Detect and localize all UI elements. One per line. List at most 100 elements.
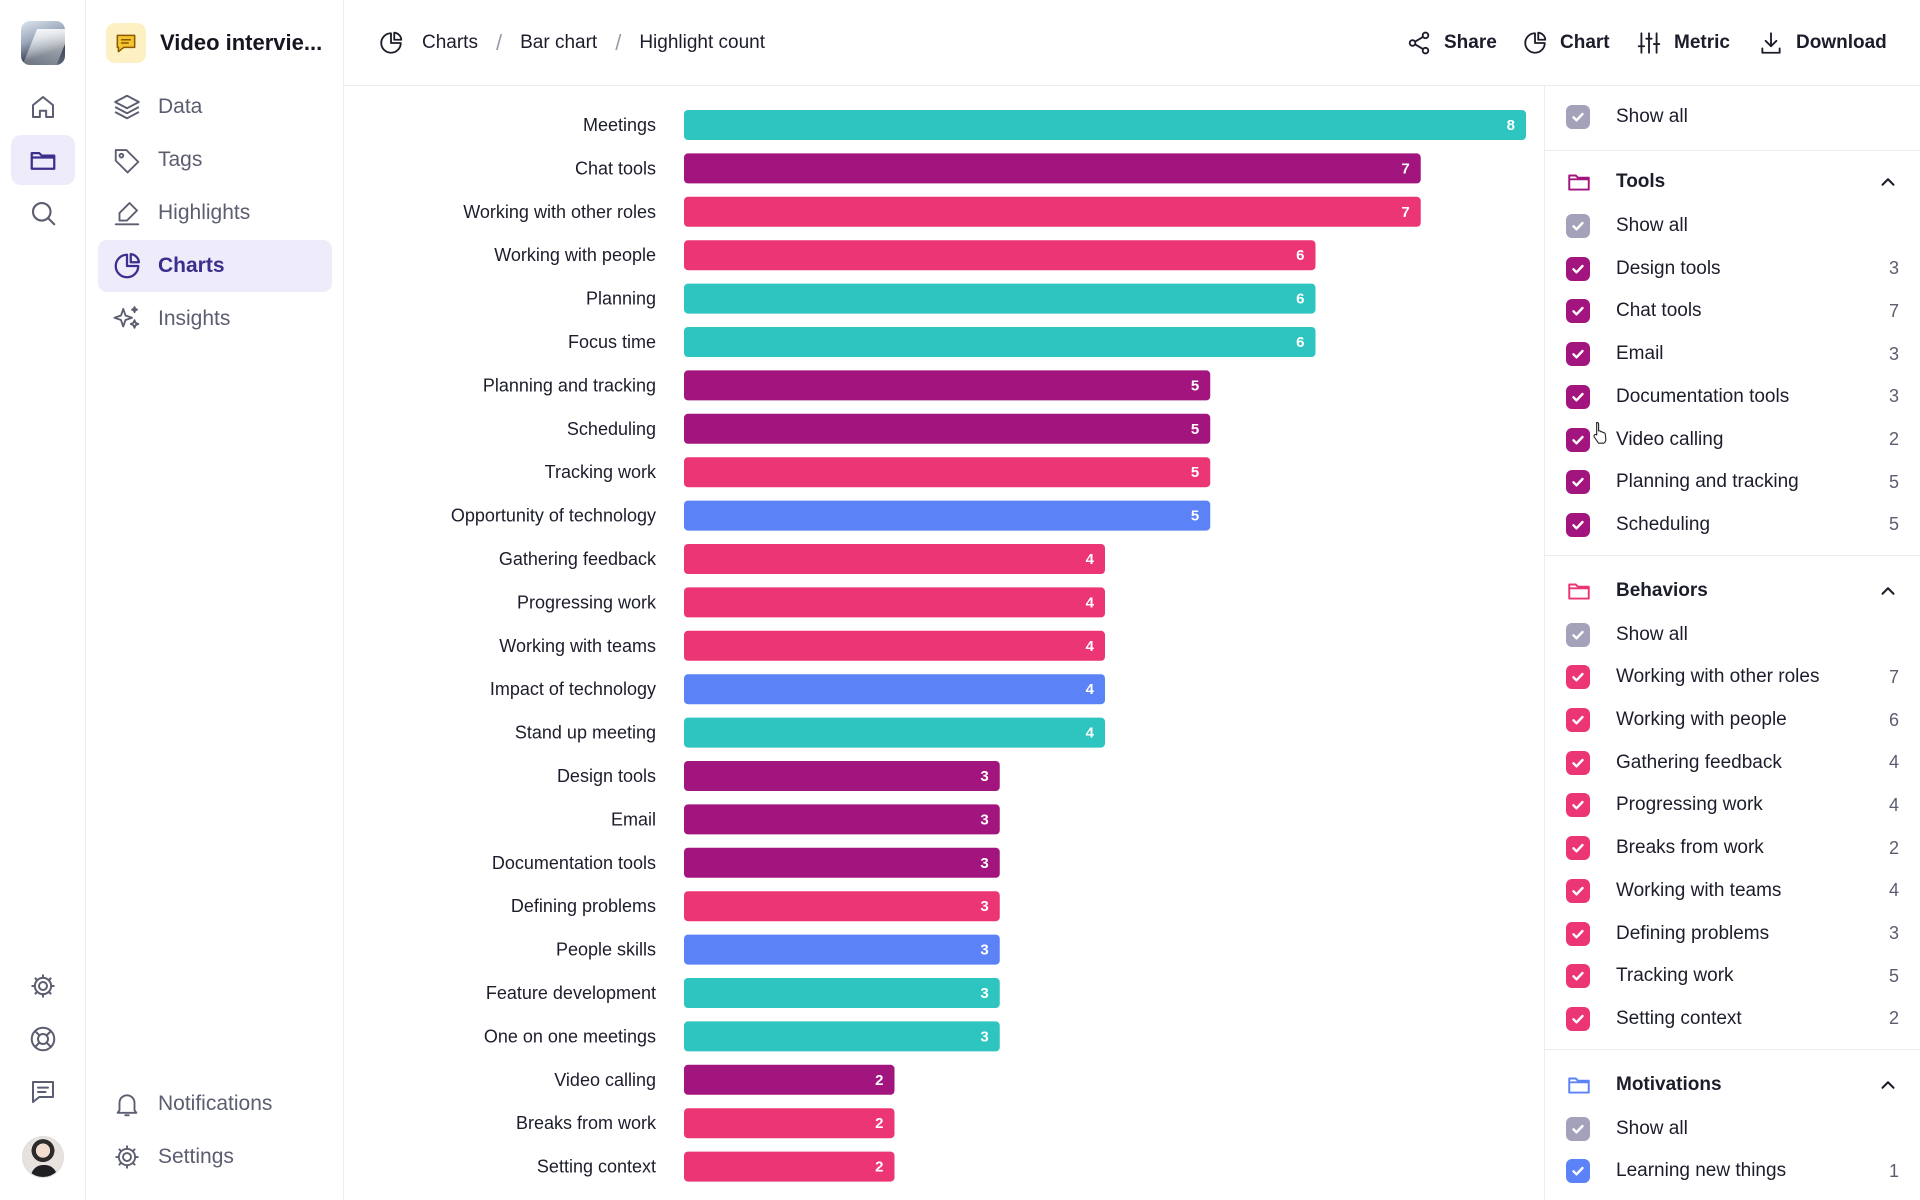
nav-item-data[interactable]: Data — [98, 81, 332, 133]
bar[interactable] — [684, 674, 1105, 705]
filter-item[interactable]: Chat tools 7 — [1545, 290, 1920, 332]
bar[interactable] — [684, 978, 1000, 1008]
filter-item[interactable]: Working with other roles 7 — [1545, 656, 1920, 698]
filter-count: 5 — [1888, 471, 1899, 492]
filter-group-show-all[interactable]: Show all — [1545, 205, 1920, 247]
filter-item[interactable]: Defining problems 3 — [1545, 913, 1920, 955]
filter-show-all[interactable]: Show all — [1545, 96, 1920, 138]
bar[interactable] — [684, 891, 1000, 922]
rail-feedback-button[interactable] — [11, 1067, 75, 1117]
bar[interactable] — [684, 457, 1211, 488]
rail-search-button[interactable] — [11, 188, 75, 238]
share-button[interactable]: Share — [1406, 24, 1497, 62]
rail-settings-button[interactable] — [11, 961, 75, 1011]
nav-item-label: Data — [158, 95, 203, 118]
filter-item[interactable]: Design tools 3 — [1545, 248, 1920, 290]
check-icon — [1572, 477, 1584, 487]
filter-label: Design tools — [1616, 257, 1721, 279]
filter-item[interactable]: Tracking work 5 — [1545, 955, 1920, 997]
rail-home-button[interactable] — [11, 82, 75, 132]
checkbox[interactable] — [1566, 622, 1590, 647]
checkbox[interactable] — [1566, 384, 1590, 409]
bar[interactable] — [684, 761, 1000, 791]
bar[interactable] — [684, 1108, 895, 1139]
checkbox[interactable] — [1566, 256, 1590, 281]
checkbox[interactable] — [1566, 105, 1590, 129]
bar[interactable] — [684, 370, 1211, 401]
filter-item[interactable]: Working with teams 4 — [1545, 870, 1920, 912]
bar[interactable] — [684, 1021, 1000, 1052]
user-avatar[interactable] — [22, 1136, 64, 1178]
nav-item-settings[interactable]: Settings — [98, 1131, 332, 1183]
filter-item[interactable]: Progressing work 4 — [1545, 784, 1920, 826]
bar[interactable] — [684, 717, 1105, 748]
download-button[interactable]: Download — [1758, 24, 1887, 62]
checkbox[interactable] — [1566, 750, 1590, 775]
checkbox[interactable] — [1566, 214, 1590, 238]
bar[interactable] — [684, 630, 1105, 661]
filter-item[interactable]: Gathering feedback 4 — [1545, 742, 1920, 784]
filter-item[interactable]: Planning and tracking 5 — [1545, 461, 1920, 503]
bar[interactable] — [684, 327, 1316, 357]
filter-group-show-all[interactable]: Show all — [1545, 614, 1920, 656]
rail-folder-button[interactable] — [11, 135, 75, 185]
checkbox[interactable] — [1566, 964, 1590, 989]
bar[interactable] — [684, 847, 1000, 878]
filter-group-show-all[interactable]: Show all — [1545, 1108, 1920, 1150]
rail-help-button[interactable] — [11, 1014, 75, 1064]
nav-item-tags[interactable]: Tags — [98, 134, 332, 186]
nav-item-charts[interactable]: Charts — [98, 240, 332, 292]
filter-group-header[interactable]: Tools — [1545, 161, 1920, 203]
checkbox[interactable] — [1566, 342, 1590, 367]
checkbox[interactable] — [1566, 1159, 1590, 1184]
bar[interactable] — [684, 1151, 895, 1182]
checkbox[interactable] — [1566, 470, 1590, 495]
breadcrumb-charts[interactable]: Charts — [422, 32, 478, 54]
checkbox[interactable] — [1566, 878, 1590, 903]
filter-count: 1 — [1888, 1160, 1899, 1181]
bar[interactable] — [684, 196, 1421, 227]
bar[interactable] — [684, 413, 1211, 444]
chart-type-button[interactable]: Chart — [1522, 24, 1610, 62]
filter-item[interactable]: Scheduling 5 — [1545, 504, 1920, 546]
filter-item[interactable]: Setting context 2 — [1545, 998, 1920, 1040]
check-icon — [1572, 1014, 1584, 1024]
chevron-up-icon[interactable] — [1877, 1074, 1899, 1096]
checkbox[interactable] — [1566, 793, 1590, 818]
filter-item[interactable]: Working with people 6 — [1545, 699, 1920, 741]
bar[interactable] — [684, 240, 1316, 271]
checkbox[interactable] — [1566, 665, 1590, 690]
nav-item-insights[interactable]: Insights — [98, 293, 332, 345]
filter-item[interactable]: Learning new things 1 — [1545, 1150, 1920, 1192]
chevron-up-icon[interactable] — [1877, 580, 1899, 602]
checkbox[interactable] — [1566, 1006, 1590, 1031]
filter-group-header[interactable]: Motivations — [1545, 1064, 1920, 1106]
checkbox[interactable] — [1566, 512, 1590, 537]
checkbox[interactable] — [1566, 921, 1590, 946]
bar[interactable] — [684, 500, 1211, 531]
bar[interactable] — [684, 804, 1000, 835]
nav-item-highlights[interactable]: Highlights — [98, 187, 332, 239]
bar[interactable] — [684, 283, 1316, 314]
bar[interactable] — [684, 934, 1000, 965]
checkbox[interactable] — [1566, 427, 1590, 452]
bar[interactable] — [684, 544, 1105, 574]
bar[interactable] — [684, 587, 1105, 618]
checkbox[interactable] — [1566, 836, 1590, 861]
checkbox[interactable] — [1566, 299, 1590, 324]
workspace-avatar[interactable] — [21, 21, 65, 65]
filter-item[interactable]: Breaks from work 2 — [1545, 827, 1920, 869]
filter-item[interactable]: Email 3 — [1545, 333, 1920, 375]
bar[interactable] — [684, 1064, 895, 1095]
bar[interactable] — [684, 153, 1421, 184]
filter-group-header[interactable]: Behaviors — [1545, 570, 1920, 612]
checkbox[interactable] — [1566, 1116, 1590, 1141]
filter-item[interactable]: Documentation tools 3 — [1545, 376, 1920, 418]
checkbox[interactable] — [1566, 708, 1590, 732]
metric-button[interactable]: Metric — [1636, 24, 1730, 62]
bar[interactable] — [684, 110, 1526, 140]
breadcrumb-bar-chart[interactable]: Bar chart — [520, 32, 597, 54]
project-header[interactable]: Video intervie... — [106, 22, 322, 64]
chevron-up-icon[interactable] — [1877, 171, 1899, 193]
nav-item-notifications[interactable]: Notifications — [98, 1078, 332, 1130]
